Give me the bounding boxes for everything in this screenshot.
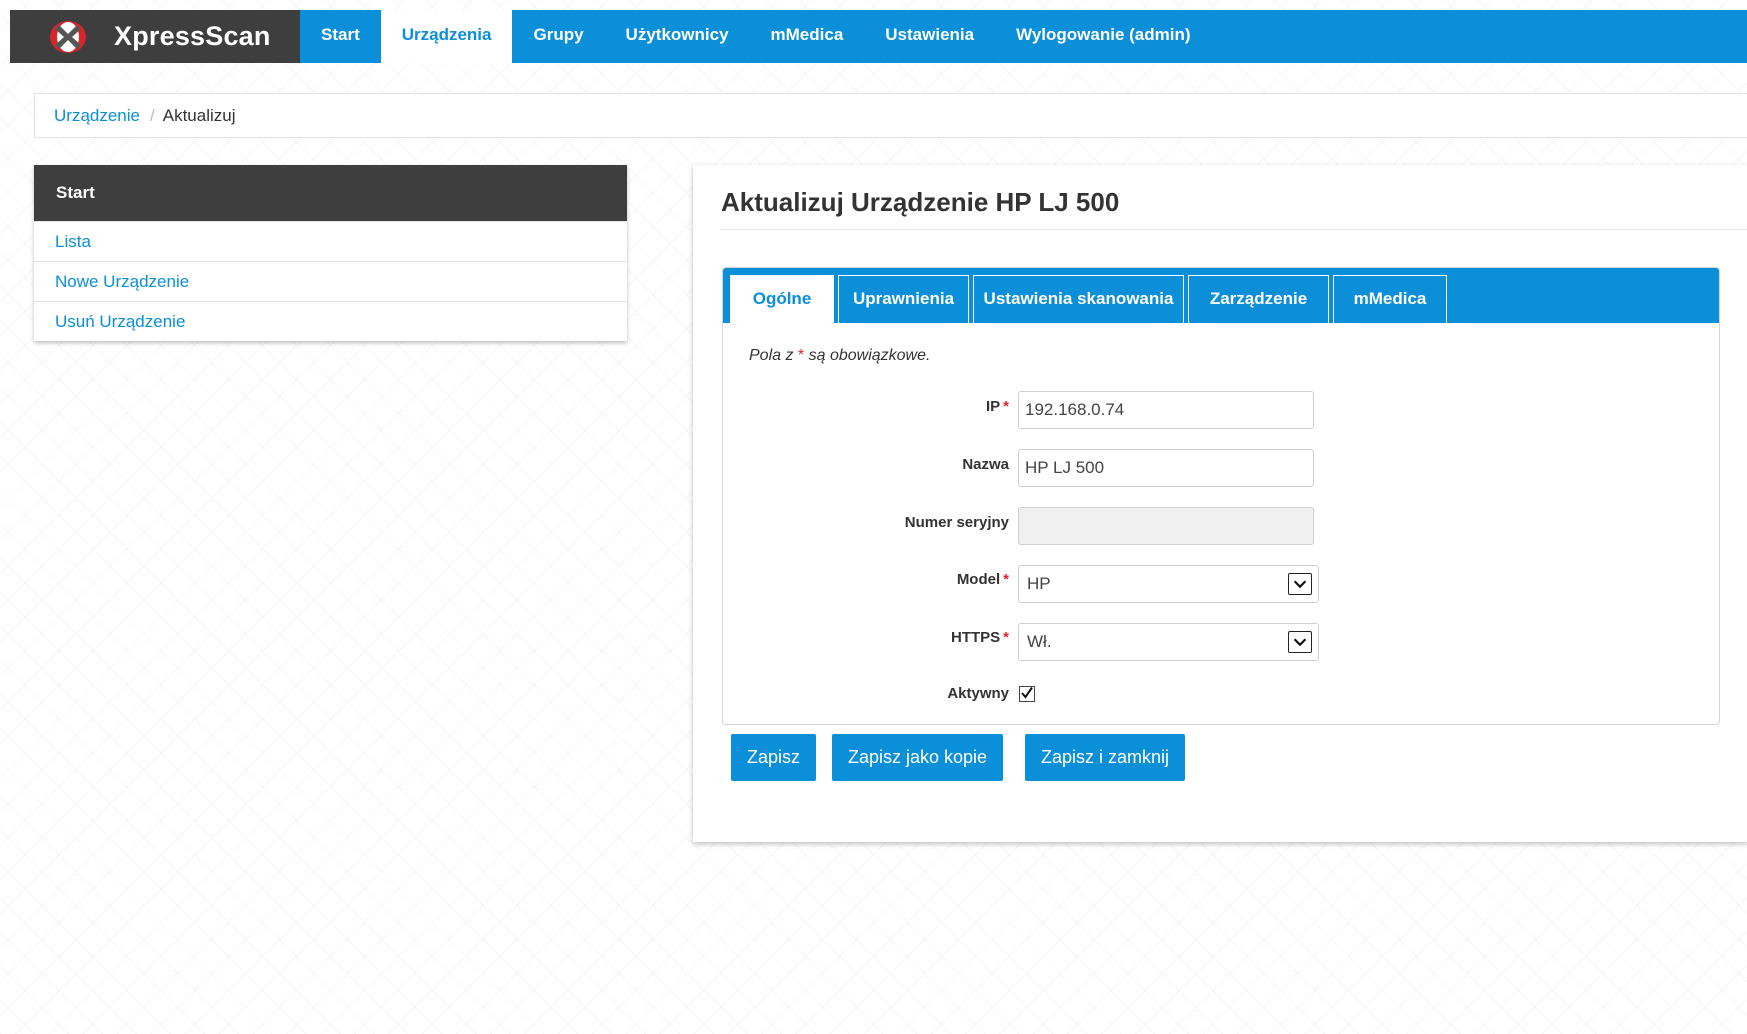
- breadcrumb-separator: /: [150, 105, 155, 125]
- nav-item-start[interactable]: Start: [300, 10, 381, 63]
- save-and-close-button[interactable]: Zapisz i zamknij: [1025, 734, 1186, 781]
- https-select[interactable]: Wł.: [1018, 623, 1319, 661]
- page-title: Aktualizuj Urządzenie HP LJ 500: [721, 187, 1120, 217]
- ip-required-star: *: [1003, 398, 1009, 415]
- breadcrumb: Urządzenie / Aktualizuj: [34, 93, 1747, 138]
- nav-item-uzytkownicy[interactable]: Użytkownicy: [605, 10, 750, 63]
- required-note-prefix: Pola z: [749, 347, 794, 364]
- serial-number-label: Numer seryjny: [905, 514, 1009, 531]
- nav-item-ustawienia[interactable]: Ustawienia: [864, 10, 995, 63]
- tab-zarzadzenie[interactable]: Zarządzenie: [1188, 275, 1329, 323]
- sidebar-item-nowe-urzadzenie[interactable]: Nowe Urządzenie: [34, 261, 627, 301]
- sidebar-title: Start: [34, 165, 627, 221]
- tab-uprawnienia[interactable]: Uprawnienia: [838, 275, 969, 323]
- https-label: HTTPS *: [951, 629, 1009, 646]
- top-navbar: XpressScan Start Urządzenia Grupy Użytko…: [10, 10, 1747, 63]
- tab-strip: Ogólne Uprawnienia Ustawienia skanowania…: [723, 268, 1719, 323]
- https-label-text: HTTPS: [950, 629, 1001, 646]
- tab-ogolne[interactable]: Ogólne: [730, 275, 834, 323]
- tab-ustawienia-skanowania[interactable]: Ustawienia skanowania: [973, 275, 1184, 323]
- sidebar: Start Lista Nowe Urządzenie Usuń Urządze…: [34, 165, 627, 341]
- chevron-down-icon: [1288, 573, 1312, 595]
- model-select-value: HP: [1027, 574, 1051, 593]
- model-label-text: Model: [956, 571, 1001, 588]
- tab-mmedica[interactable]: mMedica: [1333, 275, 1447, 323]
- https-required-star: *: [1003, 629, 1009, 646]
- nav-item-logout[interactable]: Wylogowanie (admin): [995, 10, 1211, 63]
- required-fields-note: Pola z * są obowiązkowe.: [749, 347, 930, 365]
- model-select[interactable]: HP: [1018, 565, 1319, 603]
- main-menu: Start Urządzenia Grupy Użytkownicy mMedi…: [300, 10, 1212, 63]
- save-button[interactable]: Zapisz: [731, 734, 817, 781]
- active-checkbox[interactable]: [1019, 686, 1035, 702]
- main-panel: Aktualizuj Urządzenie HP LJ 500 Ogólne U…: [693, 165, 1747, 842]
- nav-item-mmedica[interactable]: mMedica: [750, 10, 865, 63]
- name-input[interactable]: HP LJ 500: [1018, 449, 1314, 487]
- brand[interactable]: XpressScan: [10, 10, 300, 63]
- title-divider: [721, 229, 1747, 230]
- breadcrumb-current: Aktualizuj: [162, 105, 236, 125]
- nav-item-grupy[interactable]: Grupy: [512, 10, 604, 63]
- https-select-value: Wł.: [1027, 632, 1052, 651]
- chevron-down-icon: [1288, 631, 1312, 653]
- xpressscan-logo-icon: [50, 21, 86, 53]
- name-label-text: Nazwa: [962, 456, 1009, 473]
- required-note-suffix: są obowiązkowe.: [808, 347, 931, 364]
- ip-label: IP *: [986, 398, 1009, 415]
- nav-item-urzadzenia[interactable]: Urządzenia: [380, 10, 513, 63]
- breadcrumb-link-urzadzenie[interactable]: Urządzenie: [54, 106, 140, 126]
- ip-label-text: IP: [985, 398, 1001, 415]
- model-label: Model *: [957, 571, 1009, 588]
- brand-name: XpressScan: [114, 21, 271, 51]
- name-label: Nazwa: [962, 456, 1009, 473]
- required-star: *: [797, 347, 805, 364]
- ip-input[interactable]: 192.168.0.74: [1018, 391, 1314, 429]
- serial-number-label-text: Numer seryjny: [904, 514, 1009, 531]
- sidebar-item-usun-urzadzenie[interactable]: Usuń Urządzenie: [34, 301, 627, 341]
- active-label: Aktywny: [947, 685, 1009, 702]
- serial-number-input[interactable]: [1018, 507, 1314, 545]
- save-as-copy-button[interactable]: Zapisz jako kopie: [832, 734, 1004, 781]
- model-required-star: *: [1003, 571, 1009, 588]
- checkmark-icon: [1021, 686, 1033, 699]
- sidebar-item-lista[interactable]: Lista: [34, 221, 627, 261]
- active-label-text: Aktywny: [947, 685, 1009, 702]
